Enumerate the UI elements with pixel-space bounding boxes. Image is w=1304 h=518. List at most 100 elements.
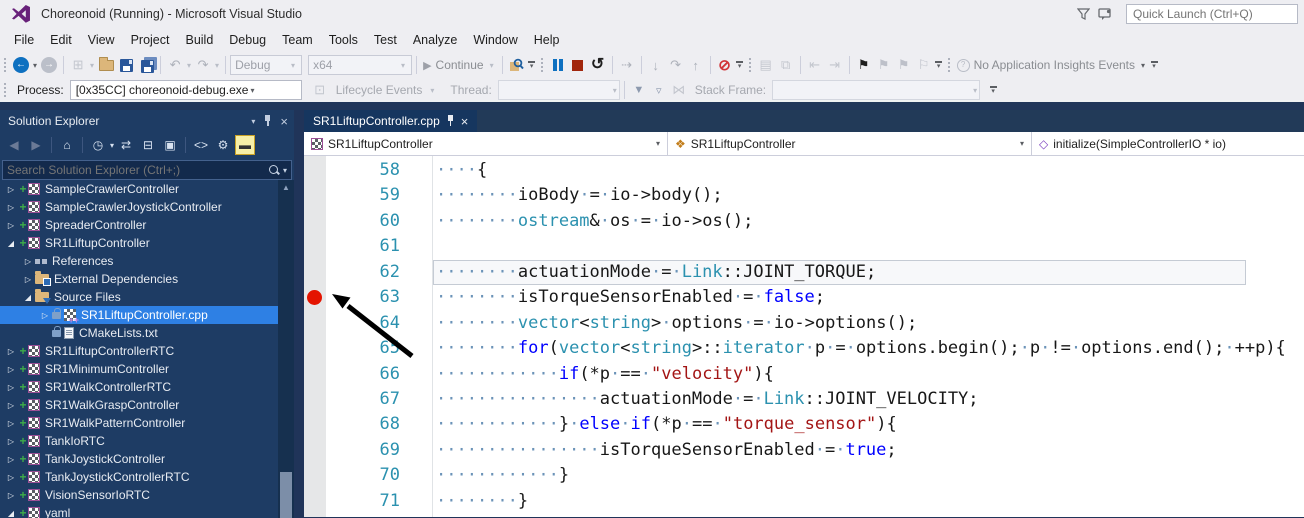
navigate-backward-dropdown[interactable]: ▾ <box>31 61 39 70</box>
tree-item-sr1liftupcontroller[interactable]: ◢ + SR1LiftupController <box>0 234 278 252</box>
stack-frame-combobox[interactable]: ▾ <box>772 80 981 100</box>
step-into-button[interactable]: ↓ <box>646 54 666 76</box>
stop-debugging-button[interactable] <box>568 54 588 76</box>
collapse-twisty-icon[interactable]: ◢ <box>4 509 18 518</box>
toolbar-overflow[interactable] <box>527 61 537 69</box>
sx-home-button[interactable]: ⌂ <box>57 135 77 155</box>
sx-collapse-all-button[interactable]: ⊟ <box>138 135 158 155</box>
tree-item-sr1liftupcontroller-cpp[interactable]: ▷ SR1LiftupController.cpp <box>0 306 278 325</box>
quick-launch-input[interactable] <box>1126 4 1298 24</box>
toolbar-grip[interactable] <box>3 57 8 73</box>
find-in-files-button[interactable] <box>507 54 527 76</box>
member-dropdown[interactable]: ◇ initialize(SimpleControllerIO * io) <box>1032 132 1304 155</box>
right-toolbar-overflow[interactable] <box>1149 61 1159 69</box>
menu-file[interactable]: File <box>6 29 42 51</box>
step-over-button[interactable]: ↷ <box>666 54 686 76</box>
redo-button[interactable]: ↷ <box>193 54 213 76</box>
save-button[interactable] <box>116 54 136 76</box>
sx-pending-changes-filter-button[interactable]: ◷ <box>88 135 108 155</box>
tree-item-yaml[interactable]: ◢ + yaml <box>0 504 278 518</box>
lifecycle-events-caret[interactable]: ▾ <box>428 86 436 95</box>
solution-explorer-titlebar[interactable]: Solution Explorer ▾ × <box>0 110 294 132</box>
process-combobox[interactable]: [0x35CC] choreonoid-debug.exe ▾ <box>69 80 302 100</box>
navigate-backward-button[interactable]: ← <box>11 54 31 76</box>
expand-twisty-icon[interactable]: ▷ <box>21 257 35 266</box>
sx-sync-with-active-document-button[interactable]: ⇄ <box>116 135 136 155</box>
expand-twisty-icon[interactable]: ▷ <box>4 365 18 374</box>
solution-explorer-search-input[interactable] <box>7 163 269 177</box>
expand-twisty-icon[interactable]: ▷ <box>4 221 18 230</box>
display-quick-info-button[interactable]: ⧉ <box>776 54 796 76</box>
expand-twisty-icon[interactable]: ▷ <box>4 455 18 464</box>
tree-item-tankjoystickcontroller[interactable]: ▷ + TankJoystickController <box>0 450 278 468</box>
undo-dropdown[interactable]: ▾ <box>185 61 193 70</box>
tree-item-sr1walkcontrollerrtc[interactable]: ▷ + SR1WalkControllerRTC <box>0 378 278 396</box>
process-toolbar-grip[interactable] <box>3 82 8 98</box>
solution-configuration-combobox[interactable]: Debug ▾ <box>230 55 303 75</box>
increase-indent-button[interactable]: ⇥ <box>825 54 845 76</box>
tree-item-source-files[interactable]: ◢ Source Files <box>0 288 278 306</box>
solution-platform-combobox[interactable]: x64 ▾ <box>308 55 413 75</box>
previous-bookmark-button[interactable]: ⚑ <box>874 54 894 76</box>
continue-button[interactable]: ▶ Continue ▾ <box>421 54 498 76</box>
notifications-filter-icon[interactable] <box>1072 5 1094 23</box>
expand-twisty-icon[interactable]: ▷ <box>4 491 18 500</box>
menu-help[interactable]: Help <box>526 29 568 51</box>
expand-twisty-icon[interactable]: ▷ <box>4 383 18 392</box>
display-member-list-button[interactable]: ▤ <box>756 54 776 76</box>
menu-tools[interactable]: Tools <box>321 29 366 51</box>
menu-build[interactable]: Build <box>177 29 221 51</box>
open-file-button[interactable] <box>96 54 116 76</box>
tree-item-sr1walkpatterncontroller[interactable]: ▷ + SR1WalkPatternController <box>0 414 278 432</box>
menu-team[interactable]: Team <box>274 29 321 51</box>
save-all-button[interactable] <box>136 54 156 76</box>
tab-close-icon[interactable]: × <box>461 114 469 129</box>
bookmarks-toolbar-overflow[interactable] <box>934 61 944 69</box>
tree-item-sr1liftupcontrollerrtc[interactable]: ▷ + SR1LiftupControllerRTC <box>0 342 278 360</box>
disable-all-breakpoints-button[interactable]: ⊘ <box>715 54 735 76</box>
sx-preview-selected-items-toggle[interactable]: ▬ <box>235 135 256 155</box>
restart-button[interactable]: ↺ <box>588 54 608 76</box>
feedback-icon[interactable] <box>1094 5 1116 23</box>
search-icon[interactable] <box>268 164 280 176</box>
tree-item-external-dependencies[interactable]: ▷ External Dependencies <box>0 270 278 288</box>
expand-twisty-icon[interactable]: ▷ <box>4 347 18 356</box>
text-editor-toolbar-grip[interactable] <box>747 57 753 73</box>
menu-test[interactable]: Test <box>366 29 405 51</box>
navigate-forward-button[interactable]: → <box>39 54 59 76</box>
insights-toolbar-grip[interactable] <box>946 57 952 73</box>
menu-debug[interactable]: Debug <box>221 29 274 51</box>
window-position-dropdown[interactable]: ▾ <box>251 117 255 126</box>
sx-back-button[interactable]: ◀ <box>4 135 24 155</box>
menu-edit[interactable]: Edit <box>42 29 80 51</box>
filter-threads-button[interactable]: ▼ <box>629 79 649 101</box>
scroll-up-arrow-icon[interactable]: ▲ <box>278 180 294 192</box>
expand-twisty-icon[interactable]: ▷ <box>4 185 18 194</box>
code-editor[interactable]: 58 ····{59 ········ioBody·=·io->body(); 60 ·… <box>304 156 1304 517</box>
menu-project[interactable]: Project <box>123 29 178 51</box>
undo-button[interactable]: ↶ <box>165 54 185 76</box>
menu-window[interactable]: Window <box>465 29 525 51</box>
clear-bookmarks-button[interactable]: ⚐ <box>914 54 934 76</box>
tree-item-sr1walkgraspcontroller[interactable]: ▷ + SR1WalkGraspController <box>0 396 278 414</box>
expand-twisty-icon[interactable]: ▷ <box>21 275 35 284</box>
step-out-button[interactable]: ↑ <box>686 54 706 76</box>
process-toolbar-overflow[interactable] <box>988 86 998 94</box>
type-dropdown[interactable]: ❖ SR1LiftupController ▾ <box>668 132 1032 155</box>
menu-view[interactable]: View <box>80 29 123 51</box>
thread-combobox[interactable]: ▾ <box>497 80 620 100</box>
close-panel-icon[interactable]: × <box>280 114 288 129</box>
project-dropdown[interactable]: SR1LiftupController ▾ <box>304 132 668 155</box>
auto-hide-pin-icon[interactable] <box>264 115 271 127</box>
expand-twisty-icon[interactable]: ▷ <box>4 437 18 446</box>
tree-item-samplecrawlercontroller[interactable]: ▷ + SampleCrawlerController <box>0 180 278 198</box>
scrollbar-thumb[interactable] <box>280 472 292 518</box>
solution-explorer-scrollbar[interactable]: ▲ <box>278 180 294 518</box>
show-next-statement-button[interactable]: ⇢ <box>617 54 637 76</box>
sx-show-all-files-button[interactable]: ▣ <box>160 135 180 155</box>
tab-pin-icon[interactable] <box>447 115 454 127</box>
menu-analyze[interactable]: Analyze <box>405 29 465 51</box>
sx-view-code-button[interactable]: <> <box>191 135 211 155</box>
tree-item-cmakelists-txt[interactable]: CMakeLists.txt <box>0 324 278 342</box>
sx-filter-dropdown[interactable]: ▾ <box>110 141 114 150</box>
